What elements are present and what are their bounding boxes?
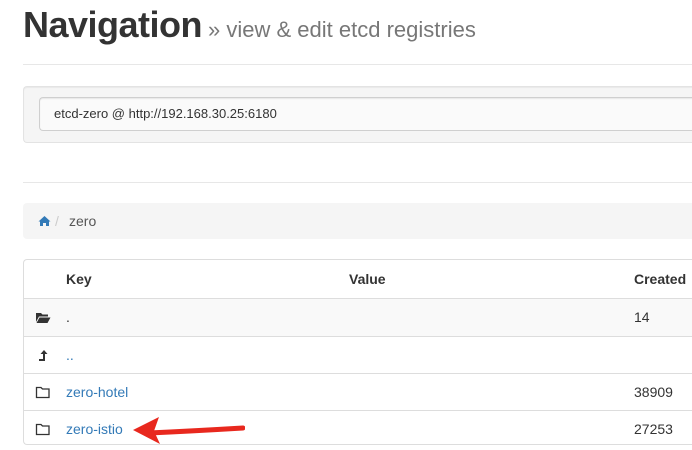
key-link[interactable]: zero-istio bbox=[66, 421, 123, 437]
breadcrumb: / zero bbox=[23, 203, 692, 239]
page-title-main: Navigation bbox=[23, 4, 203, 45]
table-row[interactable]: zero-istio 27253 bbox=[24, 410, 692, 444]
breadcrumb-current: zero bbox=[69, 213, 97, 229]
row-key: . bbox=[66, 309, 70, 325]
page-title: Navigation» view & edit etcd registries bbox=[23, 4, 476, 46]
folder-icon bbox=[35, 411, 51, 444]
home-icon[interactable] bbox=[38, 203, 51, 239]
annotation-arrow-icon bbox=[133, 417, 245, 444]
row-key[interactable]: .. bbox=[66, 337, 74, 374]
registry-select[interactable]: etcd-zero @ http://192.168.30.25:6180 bbox=[39, 97, 692, 131]
row-created: 14 bbox=[634, 309, 650, 325]
header-divider bbox=[23, 64, 692, 65]
breadcrumb-separator: / bbox=[55, 213, 59, 229]
column-header-key[interactable]: Key bbox=[66, 260, 92, 298]
parent-directory-link[interactable]: .. bbox=[66, 347, 74, 363]
table-header-row: Key Value Created bbox=[24, 260, 692, 298]
level-up-icon bbox=[35, 337, 51, 374]
row-key[interactable]: zero-istio bbox=[66, 411, 123, 444]
registry-panel: etcd-zero @ http://192.168.30.25:6180 bbox=[23, 86, 692, 143]
keys-table: Key Value Created . 14 .. zero-hotel 389… bbox=[23, 259, 692, 445]
row-created: 38909 bbox=[634, 384, 673, 400]
folder-icon bbox=[35, 374, 51, 411]
table-row[interactable]: .. bbox=[24, 336, 692, 374]
page-subtitle: » view & edit etcd registries bbox=[208, 17, 476, 42]
table-row[interactable]: zero-hotel 38909 bbox=[24, 373, 692, 411]
folder-open-icon bbox=[35, 299, 51, 336]
row-created: 27253 bbox=[634, 421, 673, 437]
column-header-created[interactable]: Created bbox=[634, 260, 686, 298]
key-link[interactable]: zero-hotel bbox=[66, 384, 128, 400]
section-divider bbox=[23, 182, 692, 183]
table-row[interactable]: . 14 bbox=[24, 298, 692, 336]
column-header-value[interactable]: Value bbox=[349, 260, 386, 298]
row-key[interactable]: zero-hotel bbox=[66, 374, 128, 411]
